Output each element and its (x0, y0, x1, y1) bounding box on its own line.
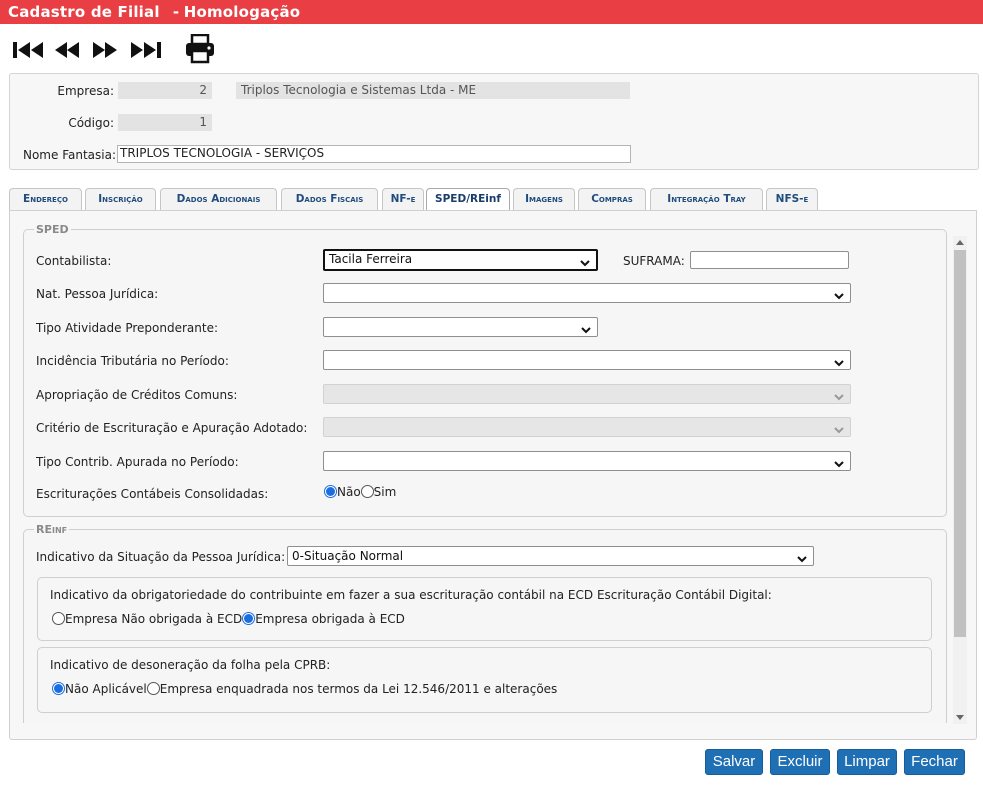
tab-imagens[interactable]: Imagens (513, 188, 575, 210)
ecd-radio-group: Empresa Não obrigada à ECD Empresa obriga… (52, 612, 405, 626)
radio-escrit-sim-label: Sim (373, 485, 397, 499)
scrollbar-thumb[interactable] (954, 250, 966, 637)
chevron-down-icon (581, 323, 591, 337)
chevron-down-icon (580, 256, 590, 270)
nat-pessoa-juridica-label: Nat. Pessoa Jurídica: (36, 287, 159, 301)
window-title: Cadastro de Filial - Homologação (0, 0, 983, 24)
save-button[interactable]: Salvar (705, 749, 763, 775)
next-record-icon[interactable] (92, 40, 118, 60)
reinf-legend: REinf (36, 523, 68, 536)
codigo-field: 1 (118, 114, 212, 131)
radio-escrit-sim[interactable] (360, 485, 374, 498)
delete-button[interactable]: Excluir (770, 749, 830, 775)
tipo-atividade-label: Tipo Atividade Preponderante: (36, 321, 218, 335)
cprb-indicator-box: Indicativo de desoneração da folha pela … (37, 647, 932, 713)
tab-nfse[interactable]: NFS-e (766, 188, 818, 210)
ecd-indicator-box: Indicativo da obrigatoriedade do contrib… (37, 577, 932, 641)
company-header-panel: Empresa: 2 Triplos Tecnologia e Sistemas… (9, 73, 979, 170)
chevron-down-icon (797, 552, 807, 566)
close-button[interactable]: Fechar (904, 749, 965, 775)
chevron-down-icon (834, 356, 844, 370)
escrituracoes-consolidadas-label: Escriturações Contábeis Consolidadas: (36, 487, 269, 501)
apropriacao-creditos-label: Apropriação de Créditos Comuns: (36, 388, 238, 402)
empresa-label: Empresa: (57, 84, 114, 98)
tipo-atividade-select[interactable] (323, 317, 598, 337)
radio-cprb-enquadrada[interactable] (146, 682, 160, 695)
tab-sped-reinf[interactable]: SPED/REinf (426, 188, 510, 211)
incidencia-tributaria-select[interactable] (323, 350, 851, 370)
clear-button[interactable]: Limpar (837, 749, 897, 775)
empresa-name-field: Triplos Tecnologia e Sistemas Ltda - ME (236, 82, 630, 99)
tab-nfe[interactable]: NF-e (382, 188, 424, 210)
suframa-input[interactable] (690, 251, 849, 269)
tab-inscricao[interactable]: Inscrição (85, 188, 156, 210)
title-separator: - (172, 3, 180, 21)
contabilista-value: Tacila Ferreira (329, 252, 413, 266)
nome-fantasia-input[interactable]: TRIPLOS TECNOLOGIA - SERVIÇOS (117, 145, 631, 163)
tipo-contrib-label: Tipo Contrib. Apurada no Período: (36, 455, 239, 469)
tab-content-panel: SPED Contabilista: Tacila Ferreira SUFRA… (9, 210, 977, 740)
printer-icon[interactable] (184, 34, 216, 64)
last-record-icon[interactable] (130, 40, 162, 60)
nat-pessoa-juridica-select[interactable] (323, 283, 851, 303)
ecd-indicator-title: Indicativo da obrigatoriedade do contrib… (50, 588, 772, 602)
codigo-label: Código: (68, 116, 114, 130)
radio-cprb-nao-aplicavel-label: Não Aplicável (65, 682, 147, 696)
apropriacao-creditos-select (323, 384, 851, 404)
radio-escrit-nao[interactable] (324, 485, 337, 498)
title-part1: Cadastro de Filial (8, 3, 160, 21)
chevron-down-icon (834, 390, 844, 404)
criterio-escrituracao-label: Critério de Escrituração e Apuração Adot… (36, 421, 308, 435)
incidencia-tributaria-label: Incidência Tributária no Período: (36, 354, 229, 368)
tab-dados-adicionais[interactable]: Dados Adicionais (160, 188, 277, 210)
chevron-down-icon (834, 289, 844, 303)
radio-ecd-obrigada[interactable] (242, 612, 256, 625)
title-part2: Homologação (183, 3, 301, 21)
scroll-up-arrow-icon[interactable] (956, 240, 964, 245)
radio-ecd-obrigada-label: Empresa obrigada à ECD (255, 612, 405, 626)
radio-ecd-nao-obrigada[interactable] (52, 612, 65, 625)
tab-compras[interactable]: Compras (578, 188, 646, 210)
scroll-area: SPED Contabilista: Tacila Ferreira SUFRA… (20, 223, 965, 723)
criterio-escrituracao-select (323, 417, 851, 437)
first-record-icon[interactable] (12, 40, 44, 60)
chevron-down-icon (834, 423, 844, 437)
radio-cprb-enquadrada-label: Empresa enquadrada nos termos da Lei 12.… (159, 682, 558, 696)
tab-dados-fiscais[interactable]: Dados Fiscais (281, 188, 378, 210)
situacao-pj-value: 0-Situação Normal (292, 549, 404, 563)
chevron-down-icon (834, 457, 844, 471)
nome-fantasia-label: Nome Fantasia: (22, 148, 116, 162)
scroll-down-arrow-icon[interactable] (956, 715, 964, 720)
escrituracoes-radio-group: Não Sim (324, 485, 396, 499)
tab-integracao-tray[interactable]: Integração Tray (650, 188, 763, 210)
radio-ecd-nao-obrigada-label: Empresa Não obrigada à ECD (65, 612, 243, 626)
situacao-pj-select[interactable]: 0-Situação Normal (287, 546, 814, 566)
contabilista-select[interactable]: Tacila Ferreira (323, 249, 598, 271)
previous-record-icon[interactable] (54, 40, 80, 60)
radio-escrit-nao-label: Não (337, 485, 361, 499)
contabilista-label: Contabilista: (36, 254, 112, 268)
vertical-scrollbar[interactable] (953, 236, 967, 724)
tab-endereco[interactable]: Endereço (9, 188, 82, 210)
radio-cprb-nao-aplicavel[interactable] (52, 682, 65, 695)
cprb-indicator-title: Indicativo de desoneração da folha pela … (50, 658, 331, 672)
situacao-pj-label: Indicativo da Situação da Pessoa Jurídic… (36, 550, 286, 564)
cprb-radio-group: Não Aplicável Empresa enquadrada nos term… (52, 682, 557, 696)
suframa-label: SUFRAMA: (623, 254, 685, 268)
tipo-contrib-select[interactable] (323, 451, 851, 471)
sped-legend: SPED (36, 223, 69, 236)
empresa-code-field: 2 (118, 82, 212, 99)
